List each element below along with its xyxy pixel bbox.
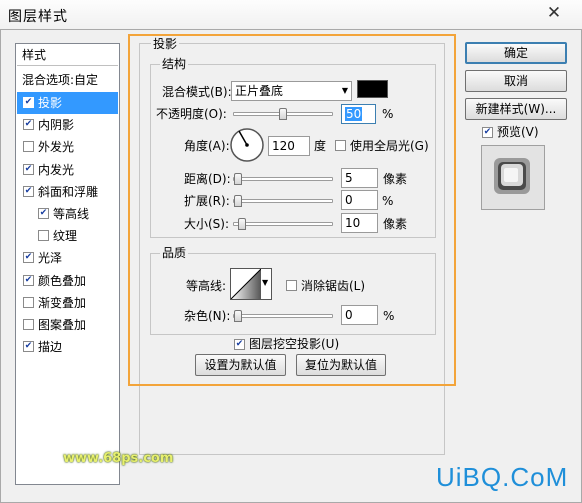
highlight-frame [128, 34, 456, 386]
style-preview [481, 145, 545, 210]
sidebar-item-12[interactable]: ✔ 描边 [17, 336, 118, 358]
new-style-button[interactable]: 新建样式(W)... [465, 98, 567, 120]
sidebar-item-label: 内发光 [38, 162, 75, 177]
sidebar-item-2[interactable]: ✔ 内阴影 [17, 114, 118, 136]
sidebar-item-label: 图案叠加 [38, 318, 87, 332]
preview-label: 预览(V) [497, 125, 539, 139]
sidebar-item-checkbox[interactable] [23, 319, 34, 330]
sidebar-item-3[interactable]: 外发光 [17, 136, 118, 158]
watermark-left: www.68ps.com [63, 451, 174, 466]
preview-checkbox[interactable]: ✔ [482, 127, 493, 138]
sidebar-item-11[interactable]: 图案叠加 [17, 314, 118, 336]
sidebar-item-4[interactable]: ✔ 内发光 [17, 159, 118, 181]
sidebar-item-checkbox[interactable]: ✔ [23, 119, 34, 131]
sidebar-item-checkbox[interactable]: ✔ [23, 252, 34, 264]
title-bar [0, 0, 582, 29]
sidebar-item-7[interactable]: 纹理 [17, 225, 118, 247]
sidebar-item-checkbox[interactable]: ✔ [23, 341, 34, 353]
sidebar-item-label: 等高线 [53, 207, 90, 221]
sidebar-item-1[interactable]: ✔ 投影 [17, 92, 118, 114]
sidebar-item-label: 外发光 [38, 140, 75, 155]
sidebar-item-checkbox[interactable] [23, 296, 34, 308]
close-icon[interactable]: ✕ [544, 3, 564, 23]
ok-button[interactable]: 确定 [465, 42, 567, 64]
sidebar-item-8[interactable]: ✔ 光泽 [17, 247, 118, 269]
sidebar-item-6[interactable]: ✔ 等高线 [17, 203, 118, 225]
sidebar-item-checkbox[interactable]: ✔ [23, 185, 34, 197]
sidebar-item-label: 光泽 [38, 251, 63, 266]
sidebar-item-blend-options[interactable]: 混合选项:自定 [17, 69, 118, 91]
watermark-right: UiBQ.CoM [436, 462, 569, 492]
sidebar-item-checkbox[interactable] [23, 141, 34, 153]
sidebar-item-label: 内阴影 [38, 118, 75, 133]
sidebar-item-checkbox[interactable]: ✔ [23, 97, 34, 108]
sidebar-item-5[interactable]: ✔ 斜面和浮雕 [17, 181, 118, 203]
sidebar-item-checkbox[interactable]: ✔ [38, 208, 49, 219]
sidebar-item-label: 颜色叠加 [38, 273, 87, 288]
sidebar-item-label: 描边 [38, 340, 63, 355]
sidebar-item-checkbox[interactable]: ✔ [23, 163, 34, 175]
styles-list: 样式 混合选项:自定 ✔ 投影 ✔ 内阴影外发光 ✔ 内发光 ✔ 斜面和浮雕 ✔ 等高线纹理 ✔ 光泽… [15, 43, 120, 485]
styles-list-header: 样式 [17, 44, 118, 66]
sidebar-item-label: 斜面和浮雕 [38, 184, 99, 199]
sidebar-item-label: 渐变叠加 [38, 295, 87, 310]
sidebar-item-checkbox[interactable] [38, 230, 49, 242]
sidebar-item-label: 投影 [38, 96, 63, 110]
window-title: 图层样式 [8, 9, 68, 25]
preview-thumbnail-icon [494, 158, 530, 194]
sidebar-item-9[interactable]: ✔ 颜色叠加 [17, 270, 118, 292]
sidebar-item-label: 纹理 [53, 229, 78, 244]
sidebar-item-checkbox[interactable]: ✔ [23, 274, 34, 286]
cancel-button[interactable]: 取消 [465, 70, 567, 92]
sidebar-item-10[interactable]: 渐变叠加 [17, 292, 118, 314]
